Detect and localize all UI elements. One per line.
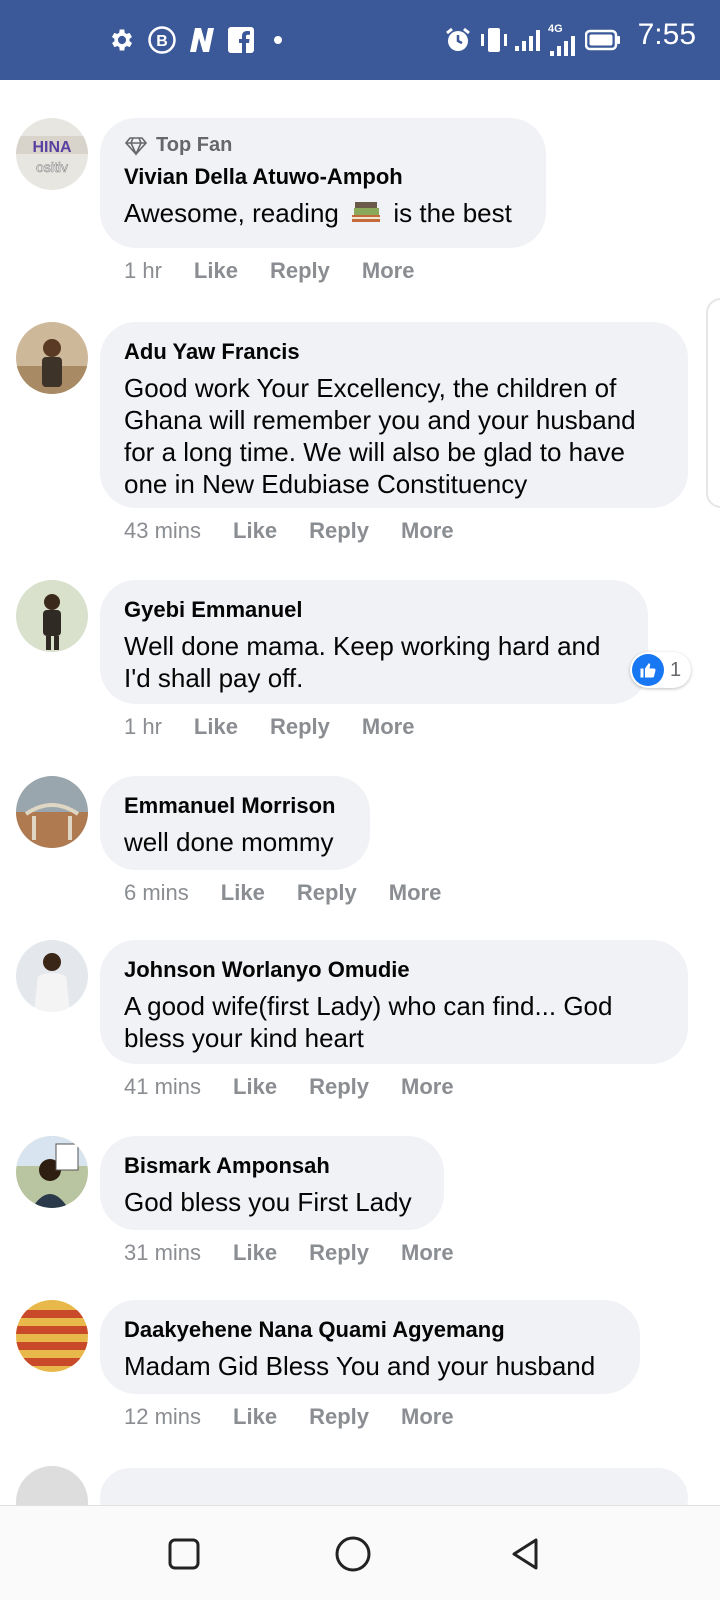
- comment-actions: 43 mins Like Reply More: [124, 518, 486, 544]
- more-button[interactable]: More: [389, 880, 442, 906]
- more-button[interactable]: More: [401, 1404, 454, 1430]
- avatar[interactable]: [16, 940, 88, 1012]
- comment-time: 31 mins: [124, 1240, 202, 1265]
- avatar[interactable]: [16, 580, 88, 652]
- alarm-icon: [444, 22, 472, 58]
- b-icon: B: [146, 22, 178, 58]
- comment-time: 43 mins: [124, 518, 202, 543]
- svg-text:B: B: [156, 33, 168, 50]
- reply-button[interactable]: Reply: [309, 1404, 369, 1430]
- like-reaction-icon: [632, 654, 664, 686]
- signal-icon: [514, 22, 544, 58]
- svg-text:ositiv: ositiv: [36, 159, 68, 175]
- avatar[interactable]: [16, 776, 88, 848]
- comment-bubble[interactable]: Gyebi Emmanuel Well done mama. Keep work…: [100, 580, 648, 704]
- n-icon: [186, 22, 218, 58]
- avatar[interactable]: [16, 1136, 88, 1208]
- comment-text: God bless you First Lady: [124, 1187, 412, 1217]
- avatar[interactable]: [16, 322, 88, 394]
- comment-bubble[interactable]: Daakyehene Nana Quami Agyemang Madam Gid…: [100, 1300, 640, 1394]
- reply-button[interactable]: Reply: [270, 714, 330, 740]
- status-bar: B 4G 7:55: [0, 0, 720, 80]
- comment-author[interactable]: Vivian Della Atuwo-Ampoh: [124, 163, 522, 191]
- avatar[interactable]: HINA ositiv: [16, 118, 88, 190]
- comment-actions: 31 mins Like Reply More: [124, 1240, 486, 1266]
- top-fan-badge: Top Fan: [124, 134, 522, 157]
- reply-button[interactable]: Reply: [309, 518, 369, 544]
- like-button[interactable]: Like: [194, 714, 238, 740]
- comment-time: 1 hr: [124, 258, 162, 283]
- comment-text: A good wife(first Lady) who can find... …: [124, 991, 613, 1053]
- avatar[interactable]: [16, 1466, 88, 1505]
- more-button[interactable]: More: [401, 1240, 454, 1266]
- like-button[interactable]: Like: [194, 258, 238, 284]
- comment-author[interactable]: Emmanuel Morrison: [124, 792, 346, 820]
- recents-square-icon[interactable]: [156, 1526, 212, 1582]
- comments-list[interactable]: HINA ositiv Top Fan Vivian Della Atuwo-Am…: [0, 80, 720, 1505]
- facebook-icon: [226, 22, 256, 58]
- comment-text: Good work Your Excellency, the children …: [124, 373, 636, 499]
- comment-bubble[interactable]: Emmanuel Morrison well done mommy: [100, 776, 370, 870]
- svg-text:HINA: HINA: [32, 139, 72, 156]
- comment-time: 1 hr: [124, 714, 162, 739]
- comment-time: 12 mins: [124, 1404, 202, 1429]
- badge-label: Top Fan: [156, 134, 233, 156]
- comment-bubble[interactable]: Adu Yaw Francis Good work Your Excellenc…: [100, 322, 688, 508]
- comment-author[interactable]: Gyebi Emmanuel: [124, 596, 624, 624]
- vibrate-icon: [478, 22, 510, 58]
- comment-text: Madam Gid Bless You and your husband: [124, 1351, 596, 1381]
- dot-icon: [272, 22, 284, 58]
- home-circle-icon[interactable]: [325, 1526, 381, 1582]
- reply-button[interactable]: Reply: [270, 258, 330, 284]
- reply-button[interactable]: Reply: [309, 1074, 369, 1100]
- avatar[interactable]: [16, 1300, 88, 1372]
- 4g-signal-icon: 4G: [548, 22, 580, 58]
- comment-bubble[interactable]: Bismark Amponsah God bless you First Lad…: [100, 1136, 444, 1230]
- system-nav-bar: [0, 1505, 720, 1600]
- books-emoji-icon: [350, 199, 382, 232]
- reply-button[interactable]: Reply: [297, 880, 357, 906]
- comment-actions: 12 mins Like Reply More: [124, 1404, 486, 1430]
- like-button[interactable]: Like: [233, 1240, 277, 1266]
- like-button[interactable]: Like: [221, 880, 265, 906]
- reaction-count[interactable]: 1: [630, 652, 692, 688]
- comment-bubble[interactable]: Johnson Worlanyo Omudie A good wife(firs…: [100, 940, 688, 1064]
- comment-text: Awesome, reading is the best: [124, 197, 522, 232]
- clock-time: 7:55: [637, 18, 696, 51]
- reply-button[interactable]: Reply: [309, 1240, 369, 1266]
- battery-icon: [584, 22, 622, 58]
- more-button[interactable]: More: [401, 1074, 454, 1100]
- more-button[interactable]: More: [362, 258, 415, 284]
- like-button[interactable]: Like: [233, 1074, 277, 1100]
- comment-author[interactable]: Daakyehene Nana Quami Agyemang: [124, 1316, 616, 1344]
- comment-actions: 6 mins Like Reply More: [124, 880, 473, 906]
- gear-icon: [106, 22, 138, 58]
- more-button[interactable]: More: [362, 714, 415, 740]
- like-button[interactable]: Like: [233, 1404, 277, 1430]
- comment-bubble[interactable]: Top Fan Vivian Della Atuwo-Ampoh Awesome…: [100, 118, 546, 248]
- comment-time: 6 mins: [124, 880, 189, 905]
- side-panel-edge[interactable]: [706, 298, 720, 508]
- comment-author[interactable]: Bismark Amponsah: [124, 1152, 420, 1180]
- comment-actions: 1 hr Like Reply More: [124, 258, 446, 284]
- like-button[interactable]: Like: [233, 518, 277, 544]
- comment-actions: 1 hr Like Reply More: [124, 714, 446, 740]
- comment-author[interactable]: Johnson Worlanyo Omudie: [124, 956, 664, 984]
- comment-author[interactable]: Adu Yaw Francis: [124, 338, 664, 366]
- comment-actions: 41 mins Like Reply More: [124, 1074, 486, 1100]
- back-triangle-icon[interactable]: [498, 1526, 554, 1582]
- comment-text: Well done mama. Keep working hard and I'…: [124, 631, 601, 693]
- diamond-icon: [124, 136, 148, 156]
- comment-bubble[interactable]: [100, 1468, 688, 1505]
- comment-text: well done mommy: [124, 827, 334, 857]
- comment-time: 41 mins: [124, 1074, 202, 1099]
- more-button[interactable]: More: [401, 518, 454, 544]
